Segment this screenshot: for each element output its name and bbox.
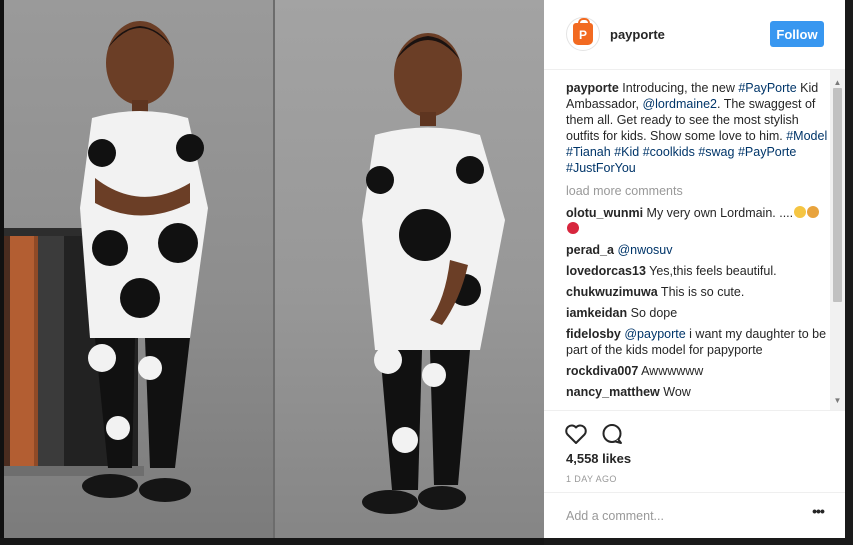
comment-item: perad_a @nwosuv xyxy=(566,242,828,258)
comment-item: olotu_wunmi My very own Lordmain. .... xyxy=(566,205,828,237)
post-actions: 4,558 likes 1 DAY AGO xyxy=(544,410,845,484)
avatar-letter: P xyxy=(578,28,587,42)
post-header: P payporte Follow xyxy=(544,0,845,70)
post-timestamp: 1 DAY AGO xyxy=(566,474,617,484)
comment-items: olotu_wunmi My very own Lordmain. .... pe… xyxy=(566,205,828,400)
emoji-icon xyxy=(567,222,579,234)
caption-link[interactable]: #coolkids xyxy=(643,145,695,159)
comment-author[interactable]: olotu_wunmi xyxy=(566,206,643,220)
comment-author[interactable]: perad_a xyxy=(566,243,614,257)
comment-author[interactable]: lovedorcas13 xyxy=(566,264,646,278)
emoji-icon xyxy=(807,206,820,218)
caption-link[interactable]: #Model xyxy=(786,129,827,143)
comment-item: lovedorcas13 Yes,this feels beautiful. xyxy=(566,263,828,279)
speech-bubble-icon[interactable] xyxy=(600,423,624,445)
heart-icon[interactable] xyxy=(564,423,588,445)
caption-link[interactable]: #Tianah xyxy=(566,145,611,159)
kid-figure-right xyxy=(362,33,505,514)
caption-link[interactable]: #JustForYou xyxy=(566,161,636,175)
more-options-button[interactable]: ••• xyxy=(808,504,828,526)
comment-author[interactable]: rockdiva007 xyxy=(566,364,638,378)
comment-text: This is so cute. xyxy=(657,285,745,299)
comment-author[interactable]: fidelosby xyxy=(566,327,621,341)
comment-text: Yes,this feels beautiful. xyxy=(645,264,777,278)
triangle-down-icon[interactable]: ▼ xyxy=(830,396,845,406)
caption-link[interactable]: #Kid xyxy=(614,145,639,159)
comment-text: Awwwwww xyxy=(638,364,704,378)
photo-edge xyxy=(0,0,4,545)
caption-link[interactable]: #PayPorte xyxy=(738,145,796,159)
comment-link[interactable]: @nwosuv xyxy=(617,243,672,257)
comment-item: nancy_matthew Wow xyxy=(566,384,828,400)
comment-link[interactable]: @payporte xyxy=(624,327,685,341)
load-more-comments-link[interactable]: load more comments xyxy=(566,183,828,199)
scrollbar-thumb[interactable] xyxy=(833,88,842,302)
kid-figure-left xyxy=(80,21,208,502)
comment-item: iamkeidan So dope xyxy=(566,305,828,321)
username[interactable]: payporte xyxy=(610,27,665,42)
comments-scrollbar[interactable]: ▲ ▼ xyxy=(830,70,845,410)
caption-text: Introducing, the new xyxy=(618,81,739,95)
comment-text: Wow xyxy=(659,385,691,399)
caption-link[interactable]: @lordmaine2 xyxy=(642,97,717,111)
caption-author[interactable]: payporte xyxy=(566,81,619,95)
post-side-panel: P payporte Follow payporte Introducing, … xyxy=(544,0,845,538)
post-photo[interactable] xyxy=(0,0,544,545)
follow-button[interactable]: Follow xyxy=(770,21,824,47)
emoji-icon xyxy=(794,206,807,218)
caption-link[interactable]: #PayPorte xyxy=(738,81,796,95)
post-modal: P payporte Follow payporte Introducing, … xyxy=(0,0,853,545)
triangle-up-icon[interactable]: ▲ xyxy=(830,78,845,88)
comment-author[interactable]: iamkeidan xyxy=(566,306,627,320)
comment-item: fidelosby @payporte i want my daughter t… xyxy=(566,326,828,358)
comment-text: My very own Lordmain. .... xyxy=(643,206,794,220)
add-comment-section: ••• xyxy=(544,492,845,538)
caption-text: Introducing, the new #PayPorte Kid Ambas… xyxy=(566,81,827,175)
comments-list[interactable]: payporte Introducing, the new #PayPorte … xyxy=(566,80,828,410)
comment-item: chukwuzimuwa This is so cute. xyxy=(566,284,828,300)
comment-author[interactable]: nancy_matthew xyxy=(566,385,660,399)
likes-count[interactable]: 4,558 likes xyxy=(566,451,631,466)
comment-item: rockdiva007 Awwwwww xyxy=(566,363,828,379)
comment-text: So dope xyxy=(627,306,678,320)
photo-bottom-edge xyxy=(0,538,544,545)
comment-input[interactable] xyxy=(566,505,786,527)
shopping-bag-icon: P xyxy=(573,18,593,45)
avatar[interactable]: P xyxy=(566,17,600,51)
modal-right-edge xyxy=(845,0,853,545)
caption-link[interactable]: #swag xyxy=(698,145,734,159)
caption: payporte Introducing, the new #PayPorte … xyxy=(566,80,828,176)
comment-author[interactable]: chukwuzimuwa xyxy=(566,285,658,299)
